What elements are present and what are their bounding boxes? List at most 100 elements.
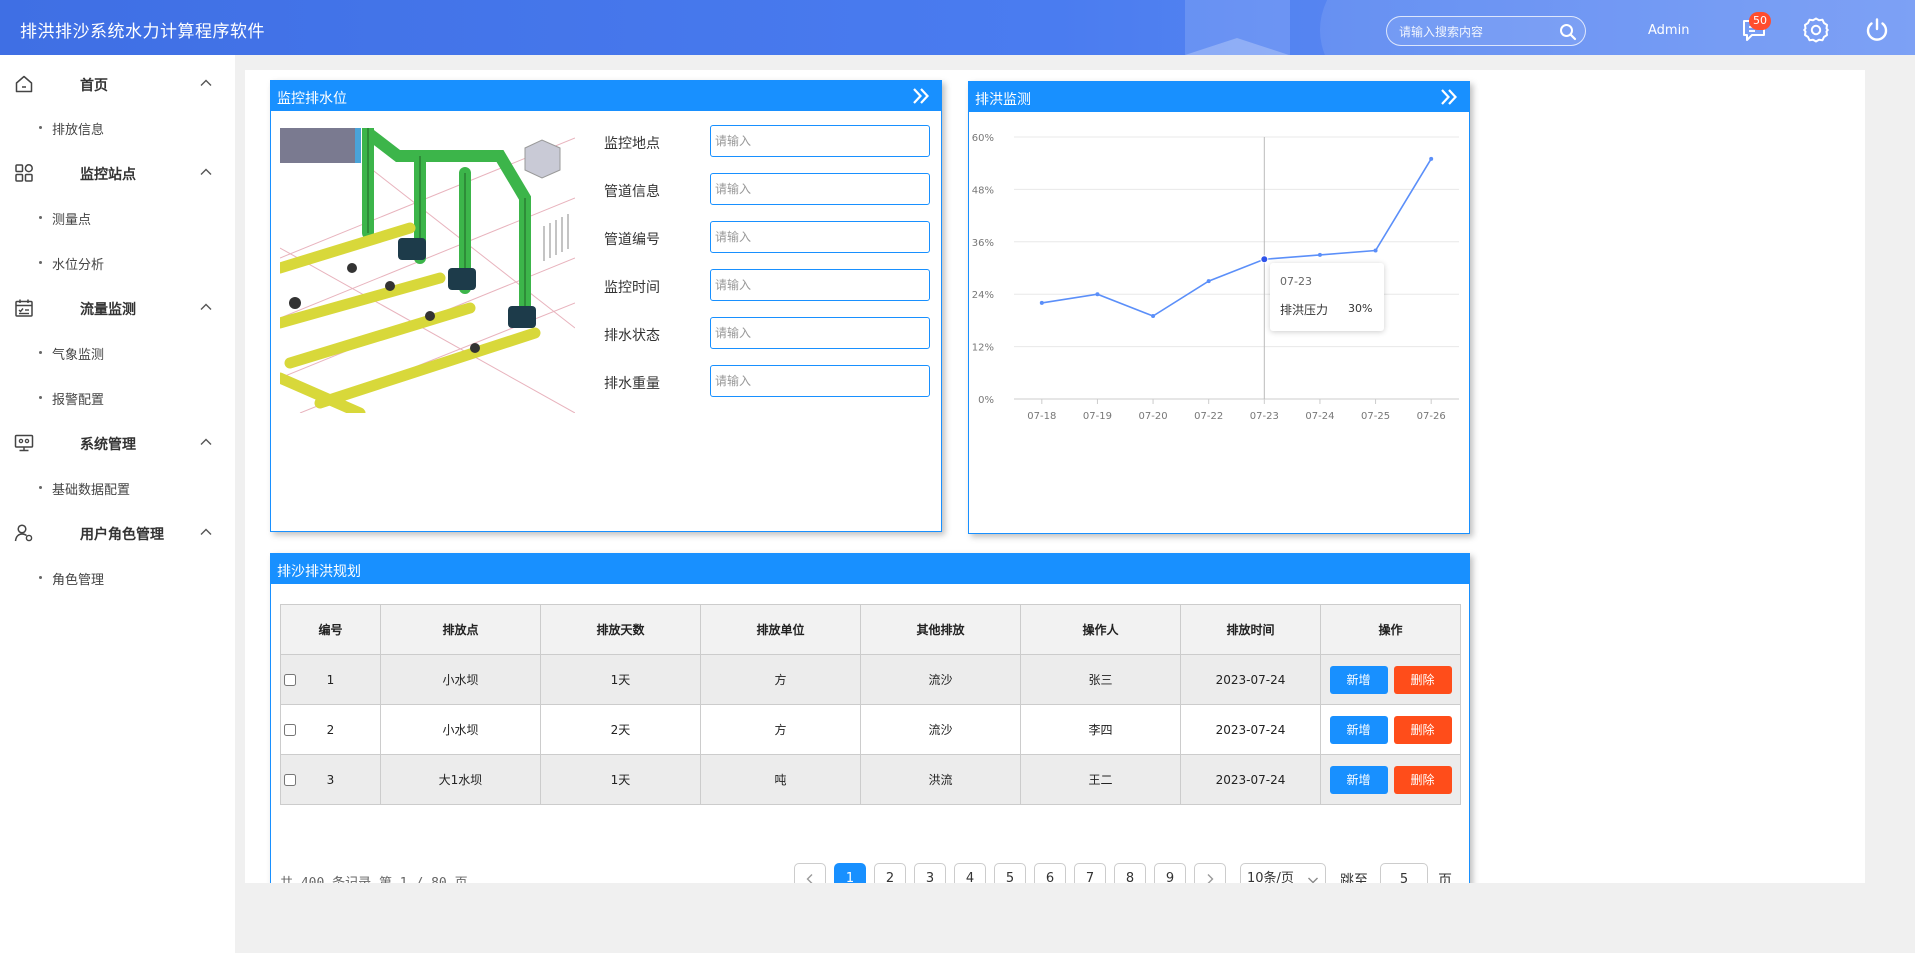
add-button[interactable]: 新增 [1329, 765, 1388, 794]
sidebar-item-base-data[interactable]: 基础数据配置 [0, 467, 235, 507]
sidebar-group-label: 监控站点 [80, 167, 136, 183]
next-page-button[interactable] [1194, 863, 1226, 883]
x-tick-label: 07-23 [1250, 411, 1279, 422]
user-name[interactable]: Admin [1648, 23, 1689, 38]
delete-button[interactable]: 删除 [1393, 715, 1452, 744]
sidebar-item-discharge-info[interactable]: 排放信息 [0, 107, 235, 147]
cell-point: 小水坝 [380, 654, 541, 705]
page-button-3[interactable]: 3 [914, 863, 946, 883]
cell-point: 小水坝 [380, 704, 541, 755]
chevron-up-icon[interactable] [198, 164, 214, 180]
plan-table-wrap: 编号 排放点 排放天数 排放单位 其他排放 操作人 排放时间 操作 1 小水坝 … [280, 604, 1461, 805]
sidebar-item-role-mgmt[interactable]: 角色管理 [0, 557, 235, 597]
sidebar: 首页 排放信息 监控站点 测量点 水位分析 流量监测 气象监测 报警配置 系统管… [0, 55, 235, 953]
search-icon[interactable] [1559, 23, 1577, 41]
drain-status-input[interactable] [710, 317, 930, 349]
location-input[interactable] [710, 125, 930, 157]
page-button-5[interactable]: 5 [994, 863, 1026, 883]
search-input[interactable] [1399, 23, 1549, 41]
page-button-7[interactable]: 7 [1074, 863, 1106, 883]
gear-icon[interactable] [1802, 16, 1830, 44]
data-point [1206, 279, 1211, 284]
row-checkbox[interactable] [284, 774, 296, 786]
sidebar-item-measure-point[interactable]: 测量点 [0, 197, 235, 237]
page-button-9[interactable]: 9 [1154, 863, 1186, 883]
field-label: 管道编号 [604, 232, 660, 248]
cell-actions: 新增 删除 [1320, 654, 1461, 705]
sidebar-item-water-level[interactable]: 水位分析 [0, 242, 235, 282]
sidebar-item-weather[interactable]: 气象监测 [0, 332, 235, 372]
page-size-select[interactable]: 10条/页 [1240, 863, 1326, 883]
add-button[interactable]: 新增 [1329, 665, 1388, 694]
x-tick-label: 07-22 [1194, 411, 1223, 422]
y-tick-label: 0% [978, 395, 994, 406]
cell-days: 1天 [540, 754, 701, 805]
delete-button[interactable]: 删除 [1393, 765, 1452, 794]
data-point [1260, 255, 1269, 264]
add-button[interactable]: 新增 [1329, 715, 1388, 744]
chevron-up-icon[interactable] [198, 75, 214, 91]
delete-button[interactable]: 删除 [1393, 665, 1452, 694]
sidebar-group-system-admin[interactable]: 系统管理 [0, 422, 235, 462]
cell-id: 3 [326, 772, 335, 787]
column-header: 其他排放 [860, 604, 1021, 655]
cell-operator: 王二 [1020, 754, 1181, 805]
data-point [1039, 300, 1044, 305]
double-chevron-right-icon[interactable] [911, 87, 931, 105]
page-button-4[interactable]: 4 [954, 863, 986, 883]
cell-time: 2023-07-24 [1180, 654, 1321, 705]
chevron-up-icon[interactable] [198, 434, 214, 450]
sidebar-group-flow-monitor[interactable]: 流量监测 [0, 287, 235, 327]
data-point [1429, 156, 1434, 161]
cell-other: 流沙 [860, 654, 1021, 705]
sidebar-group-label: 系统管理 [80, 437, 136, 453]
sidebar-item-label: 气象监测 [52, 348, 105, 363]
page-button-2[interactable]: 2 [874, 863, 906, 883]
cell-other: 洪流 [860, 754, 1021, 805]
jump-label: 跳至 [1340, 873, 1368, 883]
calendar-check-icon [15, 299, 33, 317]
row-checkbox[interactable] [284, 674, 296, 686]
double-chevron-right-icon[interactable] [1439, 88, 1459, 106]
column-header: 编号 [280, 604, 381, 655]
main-content: 监控排水位 监控地点 请输入 管道信息 请输入 管道编号 请输入 监控时间 请输… [245, 70, 1865, 883]
tooltip-value: 30% [1348, 302, 1373, 315]
sidebar-group-label: 首页 [80, 78, 108, 94]
pipe-number-input[interactable] [710, 221, 930, 253]
cell-actions: 新增 删除 [1320, 704, 1461, 755]
drain-weight-input[interactable] [710, 365, 930, 397]
chevron-up-icon[interactable] [198, 299, 214, 315]
page-button-8[interactable]: 8 [1114, 863, 1146, 883]
pipe-info-input[interactable] [710, 173, 930, 205]
sidebar-item-label: 排放信息 [52, 123, 105, 138]
power-icon[interactable] [1863, 16, 1891, 44]
x-tick-label: 07-18 [1027, 411, 1056, 422]
page-unit-label: 页 [1438, 873, 1452, 883]
sidebar-group-user-roles[interactable]: 用户角色管理 [0, 512, 235, 552]
cell-unit: 吨 [700, 754, 861, 805]
cell-point: 大1水坝 [380, 754, 541, 805]
prev-page-button[interactable] [794, 863, 826, 883]
data-point [1095, 292, 1100, 297]
row-checkbox[interactable] [284, 724, 296, 736]
chart-tooltip: 07-23 排洪压力 30% [1270, 263, 1384, 331]
sidebar-group-label: 流量监测 [80, 302, 136, 318]
sidebar-item-label: 角色管理 [52, 573, 105, 588]
cell-id: 1 [326, 672, 335, 687]
sidebar-group-label: 用户角色管理 [80, 527, 164, 543]
chevron-up-icon[interactable] [198, 524, 214, 540]
table-row: 3 大1水坝 1天 吨 洪流 王二 2023-07-24 新增 删除 [280, 754, 1461, 805]
page-button-6[interactable]: 6 [1034, 863, 1066, 883]
page-button-1[interactable]: 1 [834, 863, 866, 883]
sidebar-group-home[interactable]: 首页 [0, 63, 235, 103]
table-header-row: 编号 排放点 排放天数 排放单位 其他排放 操作人 排放时间 操作 [280, 604, 1461, 655]
cell-unit: 方 [700, 704, 861, 755]
monitor-time-input[interactable] [710, 269, 930, 301]
chevron-down-icon [1308, 877, 1318, 883]
search-box[interactable] [1386, 16, 1586, 46]
jump-page-input[interactable] [1380, 863, 1428, 883]
monitor-panel: 监控排水位 监控地点 请输入 管道信息 请输入 管道编号 请输入 监控时间 请输… [270, 80, 942, 532]
id-cell: 2 [280, 704, 381, 755]
sidebar-group-monitor-stations[interactable]: 监控站点 [0, 152, 235, 192]
sidebar-item-alarm-config[interactable]: 报警配置 [0, 377, 235, 417]
